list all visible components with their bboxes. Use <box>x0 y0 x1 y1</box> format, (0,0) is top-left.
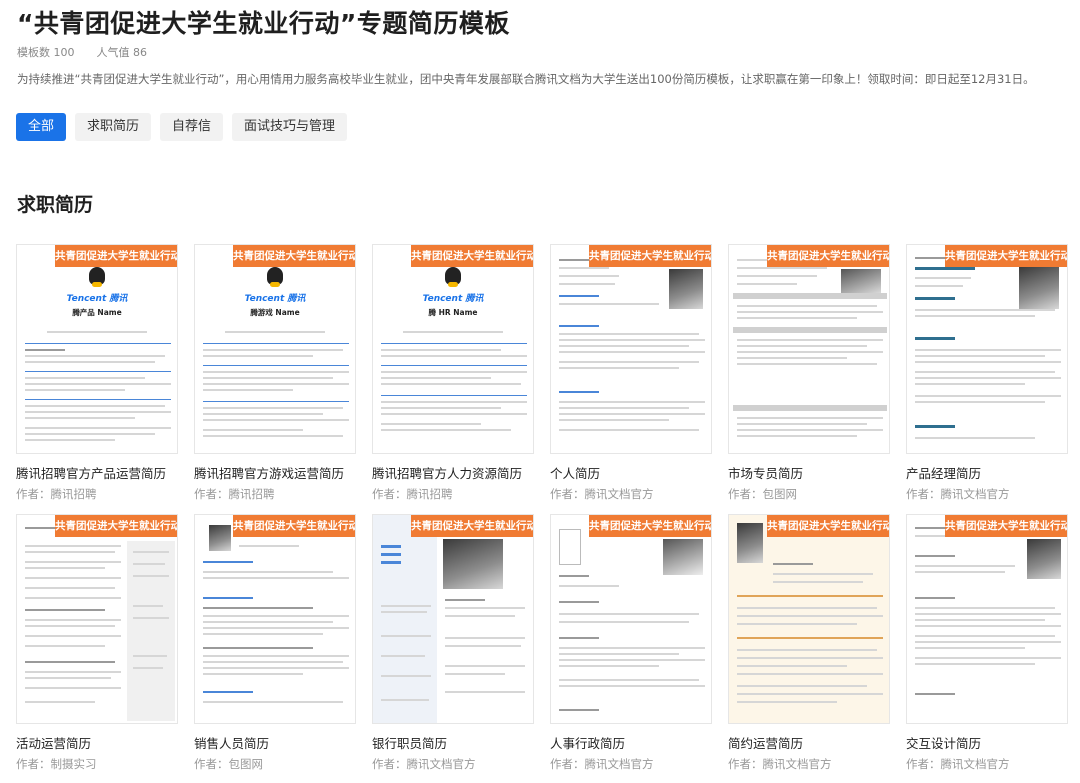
template-thumbnail[interactable]: 共青团促进大学生就业行动 <box>906 514 1068 724</box>
template-thumbnail[interactable]: 共青团促进大学生就业行动 <box>16 514 178 724</box>
section-title: 求职简历 <box>17 194 94 216</box>
template-thumbnail[interactable]: 共青团促进大学生就业行动 <box>194 514 356 724</box>
template-card[interactable]: 共青团促进大学生就业行动 Tencent 腾讯 腾 HR Name 腾讯招聘官方… <box>372 244 534 502</box>
template-card[interactable]: 共青团促进大学生就业行动 个人简历 作者：腾讯文档官方 <box>550 244 712 502</box>
tab-resume[interactable]: 求职简历 <box>75 113 152 141</box>
thumb-header: Tencent 腾讯 腾 HR Name <box>373 267 533 318</box>
thumb-brand: Tencent 腾讯 <box>66 294 128 304</box>
tab-all[interactable]: 全部 <box>16 113 67 141</box>
template-card[interactable]: 共青团促进大学生就业行动 交互设计简历 作者：腾讯文档官方 <box>906 514 1068 772</box>
tencent-penguin-icon <box>267 267 283 287</box>
card-author: 作者：腾讯招聘 <box>372 487 453 501</box>
card-title[interactable]: 交互设计简历 <box>906 733 1068 752</box>
campaign-banner: 共青团促进大学生就业行动 <box>233 245 355 267</box>
card-title[interactable]: 人事行政简历 <box>550 733 712 752</box>
template-card[interactable]: 共青团促进大学生就业行动 Tencent 腾讯 腾游戏 Name 腾讯招聘官方游… <box>194 244 356 502</box>
thumb-brand: Tencent 腾讯 <box>422 294 484 304</box>
card-title[interactable]: 产品经理简历 <box>906 463 1068 482</box>
thumb-name: 腾 HR Name <box>428 308 478 317</box>
template-thumbnail[interactable]: 共青团促进大学生就业行动 <box>728 244 890 454</box>
card-author: 作者：腾讯文档官方 <box>372 757 476 771</box>
template-card[interactable]: 共青团促进大学生就业行动 银行职员简历 作者：腾讯文档官方 <box>372 514 534 772</box>
template-thumbnail[interactable]: 共青团促进大学生就业行动 Tencent 腾讯 腾 HR Name <box>372 244 534 454</box>
card-title[interactable]: 腾讯招聘官方产品运营简历 <box>16 463 178 482</box>
thumb-name: 腾游戏 Name <box>250 308 300 317</box>
card-author: 作者：腾讯文档官方 <box>550 487 654 501</box>
card-title[interactable]: 简约运营简历 <box>728 733 890 752</box>
campaign-banner: 共青团促进大学生就业行动 <box>55 245 177 267</box>
template-card[interactable]: 共青团促进大学生就业行动 人事行政简历 作者：腾讯文档官方 <box>550 514 712 772</box>
tencent-penguin-icon <box>89 267 105 287</box>
template-thumbnail[interactable]: 共青团促进大学生就业行动 <box>728 514 890 724</box>
portrait-photo <box>443 539 503 589</box>
portrait-photo <box>1027 539 1061 579</box>
card-title[interactable]: 个人简历 <box>550 463 712 482</box>
campaign-banner: 共青团促进大学生就业行动 <box>945 515 1067 537</box>
template-thumbnail[interactable]: 共青团促进大学生就业行动 Tencent 腾讯 腾游戏 Name <box>194 244 356 454</box>
campaign-banner: 共青团促进大学生就业行动 <box>411 515 533 537</box>
campaign-banner: 共青团促进大学生就业行动 <box>767 245 889 267</box>
card-author: 作者：腾讯招聘 <box>194 487 275 501</box>
card-author: 作者：包图网 <box>728 487 797 501</box>
template-thumbnail[interactable]: 共青团促进大学生就业行动 <box>372 514 534 724</box>
card-author: 作者：腾讯文档官方 <box>550 757 654 771</box>
card-author: 作者：制摄实习 <box>16 757 97 771</box>
template-card[interactable]: 共青团促进大学生就业行动 Tencent 腾讯 腾产品 Name 腾讯招聘官方产 <box>16 244 178 502</box>
campaign-banner: 共青团促进大学生就业行动 <box>945 245 1067 267</box>
card-title[interactable]: 银行职员简历 <box>372 733 534 752</box>
portrait-photo <box>1019 267 1059 309</box>
portrait-photo <box>663 539 703 575</box>
campaign-banner: 共青团促进大学生就业行动 <box>55 515 177 537</box>
page-title: “共青团促进大学生就业行动”专题简历模板 <box>17 9 510 38</box>
template-count: 模板数 100 <box>17 46 75 59</box>
category-tabs: 全部 求职简历 自荐信 面试技巧与管理 <box>16 113 348 141</box>
template-card[interactable]: 共青团促进大学生就业行动 市场专员简历 作者：包图网 <box>728 244 890 502</box>
card-title[interactable]: 腾讯招聘官方游戏运营简历 <box>194 463 356 482</box>
tencent-penguin-icon <box>445 267 461 287</box>
template-card[interactable]: 共青团促进大学生就业行动 产品经理简历 作者：腾讯文档官方 <box>906 244 1068 502</box>
template-thumbnail[interactable]: 共青团促进大学生就业行动 <box>550 244 712 454</box>
tab-interview[interactable]: 面试技巧与管理 <box>232 113 348 141</box>
template-card[interactable]: 共青团促进大学生就业行动 销售人员简历 作者：包图网 <box>194 514 356 772</box>
campaign-banner: 共青团促进大学生就业行动 <box>589 515 711 537</box>
card-title[interactable]: 销售人员简历 <box>194 733 356 752</box>
thumb-header: Tencent 腾讯 腾产品 Name <box>17 267 177 318</box>
campaign-banner: 共青团促进大学生就业行动 <box>233 515 355 537</box>
page-meta: 模板数 100 人气值 86 <box>17 44 147 60</box>
thumb-brand: Tencent 腾讯 <box>244 294 306 304</box>
template-thumbnail[interactable]: 共青团促进大学生就业行动 <box>906 244 1068 454</box>
card-author: 作者：腾讯文档官方 <box>906 757 1010 771</box>
popularity: 人气值 86 <box>96 46 148 59</box>
thumb-header: Tencent 腾讯 腾游戏 Name <box>195 267 355 318</box>
page-description: 为持续推进“共青团促进大学生就业行动”，用心用情用力服务高校毕业生就业，团中央青… <box>17 72 1035 86</box>
card-title[interactable]: 活动运营简历 <box>16 733 178 752</box>
campaign-banner: 共青团促进大学生就业行动 <box>767 515 889 537</box>
card-title[interactable]: 市场专员简历 <box>728 463 890 482</box>
template-grid: 共青团促进大学生就业行动 Tencent 腾讯 腾产品 Name 腾讯招聘官方产 <box>16 244 1076 772</box>
template-thumbnail[interactable]: 共青团促进大学生就业行动 Tencent 腾讯 腾产品 Name <box>16 244 178 454</box>
card-author: 作者：腾讯文档官方 <box>728 757 832 771</box>
tab-cover-letter[interactable]: 自荐信 <box>160 113 224 141</box>
portrait-photo <box>209 525 231 551</box>
portrait-photo <box>669 269 703 309</box>
card-author: 作者：腾讯招聘 <box>16 487 97 501</box>
campaign-banner: 共青团促进大学生就业行动 <box>411 245 533 267</box>
campaign-banner: 共青团促进大学生就业行动 <box>589 245 711 267</box>
template-thumbnail[interactable]: 共青团促进大学生就业行动 <box>550 514 712 724</box>
portrait-photo <box>737 523 763 563</box>
card-author: 作者：腾讯文档官方 <box>906 487 1010 501</box>
template-card[interactable]: 共青团促进大学生就业行动 活动运营简历 作者：制摄实习 <box>16 514 178 772</box>
card-title[interactable]: 腾讯招聘官方人力资源简历 <box>372 463 534 482</box>
card-author: 作者：包图网 <box>194 757 263 771</box>
thumb-name: 腾产品 Name <box>72 308 122 317</box>
template-card[interactable]: 共青团促进大学生就业行动 简约运营简历 作者：腾讯文档官方 <box>728 514 890 772</box>
